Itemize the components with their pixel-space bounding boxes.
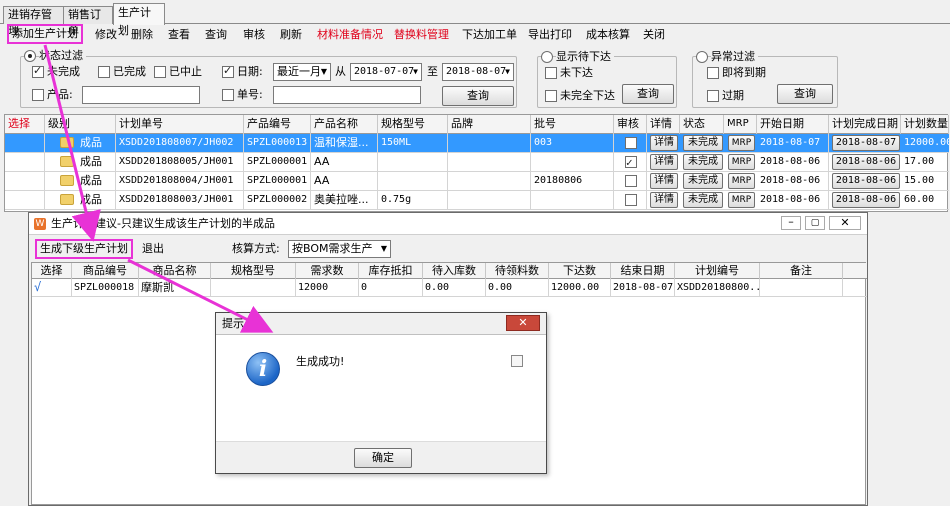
annotation-arrows [43,44,274,333]
arrow-to-generate [43,44,101,242]
arrow-to-message [127,258,274,333]
